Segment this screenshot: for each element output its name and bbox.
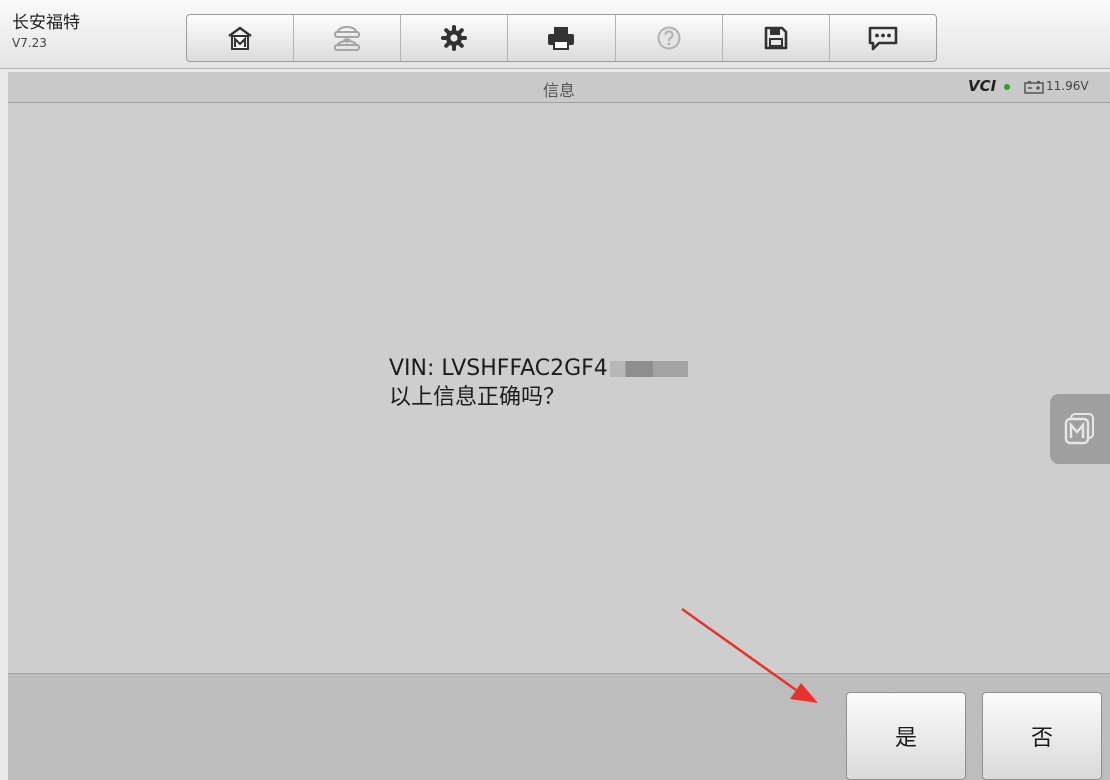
help-icon — [657, 26, 681, 50]
gear-icon — [441, 25, 468, 51]
vin-line: VIN: LVSHFFAC2GF4 — [389, 354, 688, 383]
confirm-question: 以上信息正确吗？ — [389, 385, 566, 410]
bottom-bar: 是 否 — [8, 673, 1110, 780]
toolbar — [186, 14, 937, 62]
chat-icon — [868, 26, 898, 51]
vehicle-swap-icon — [334, 25, 361, 51]
yes-button[interactable]: 是 — [846, 692, 966, 780]
message-text: VIN: LVSHFFAC2GF4 以上信息正确吗？ — [389, 354, 688, 412]
help-button[interactable] — [616, 15, 723, 61]
printer-icon — [548, 27, 575, 50]
save-button[interactable] — [723, 15, 830, 61]
home-button[interactable] — [187, 15, 295, 61]
vci-connected-icon — [1004, 84, 1010, 90]
vin-redacted-block — [609, 361, 688, 377]
print-button[interactable] — [508, 15, 616, 61]
no-button[interactable]: 否 — [982, 692, 1102, 780]
floating-menu-button[interactable] — [1050, 394, 1110, 464]
message-button[interactable] — [830, 15, 936, 61]
home-m-icon — [228, 26, 252, 50]
page-title: 信息 — [542, 81, 575, 100]
title-bar: 信息 VCI 11.96V — [8, 72, 1110, 103]
multitask-m-icon — [1064, 413, 1094, 445]
top-bar: 长安福特 V7.23 — [0, 0, 1110, 69]
vin-value: VIN: LVSHFFAC2GF4 — [389, 356, 608, 381]
app-name: 长安福特 — [12, 13, 80, 33]
app-version: V7.23 — [12, 36, 47, 50]
vehicle-swap-button[interactable] — [294, 15, 402, 61]
save-icon — [764, 26, 788, 50]
settings-button[interactable] — [401, 15, 509, 61]
battery-voltage: 11.96V — [1046, 79, 1089, 93]
battery-icon — [1024, 81, 1044, 94]
message-panel: VIN: LVSHFFAC2GF4 以上信息正确吗？ — [8, 103, 1110, 673]
vci-status-label: VCI — [968, 77, 997, 95]
